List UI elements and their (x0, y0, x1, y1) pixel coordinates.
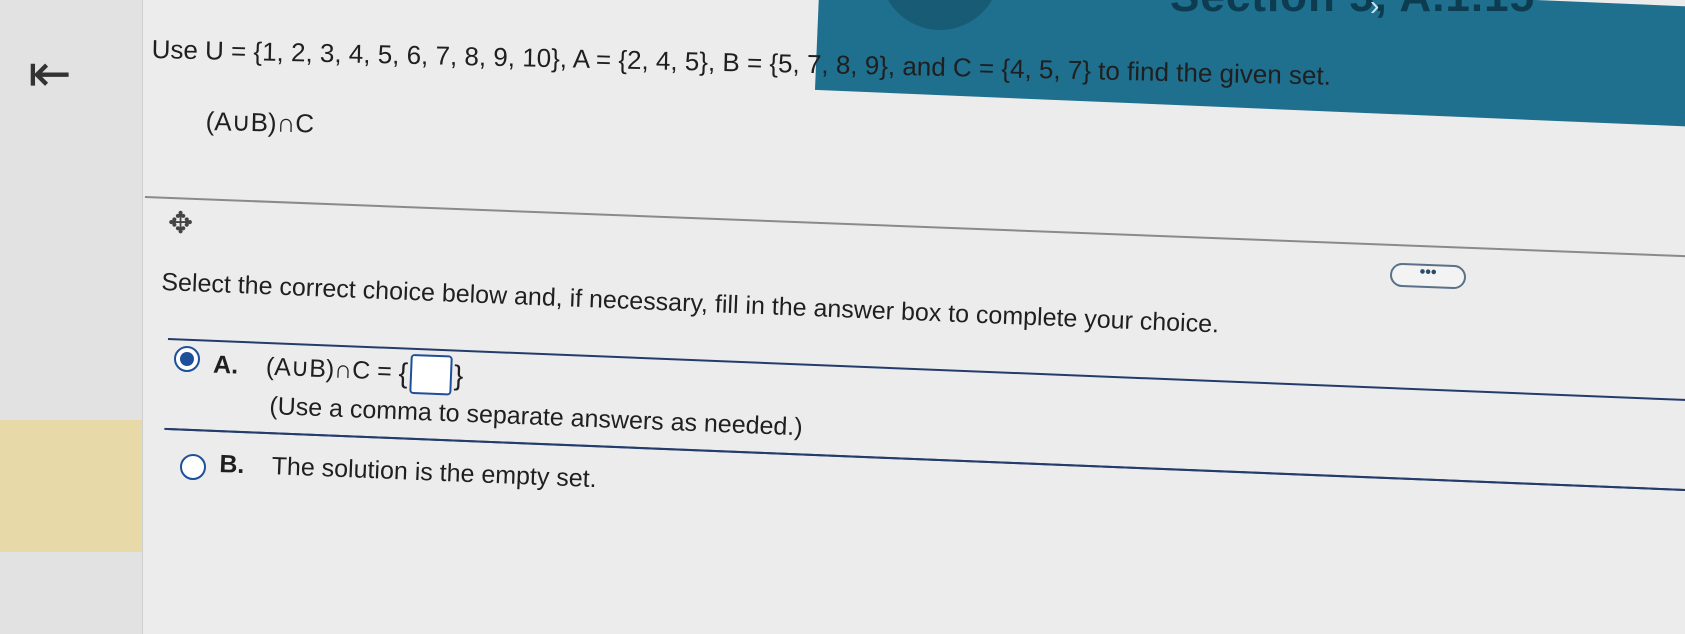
answer-input[interactable] (409, 353, 453, 396)
sidebar-highlight (0, 420, 142, 552)
header-title: Section 5, A.1.15 (1170, 0, 1535, 22)
open-brace: { (398, 357, 409, 389)
choice-b-text: The solution is the empty set. (271, 452, 598, 494)
close-brace: } (453, 359, 464, 392)
choice-a-radio[interactable] (174, 346, 200, 372)
back-to-first-icon[interactable]: ⇤ (28, 48, 72, 100)
left-sidebar: ⇤ (0, 0, 143, 634)
more-options-button[interactable]: ••• (1389, 262, 1467, 290)
choice-b-letter: B. (218, 450, 245, 479)
divider (144, 196, 1685, 258)
choice-b-label[interactable]: B. The solution is the empty set. (219, 450, 597, 494)
choice-a-letter: A. (212, 350, 239, 380)
choice-b-radio[interactable] (180, 454, 206, 480)
next-chevron-icon[interactable]: › (1370, 0, 1379, 22)
question-expression: (A∪B)∩C (205, 106, 315, 139)
instruction-text: Select the correct choice below and, if … (160, 268, 1220, 339)
move-icon[interactable]: ✥ (168, 206, 193, 241)
choice-a-lhs: (A∪B)∩C = (265, 352, 393, 386)
